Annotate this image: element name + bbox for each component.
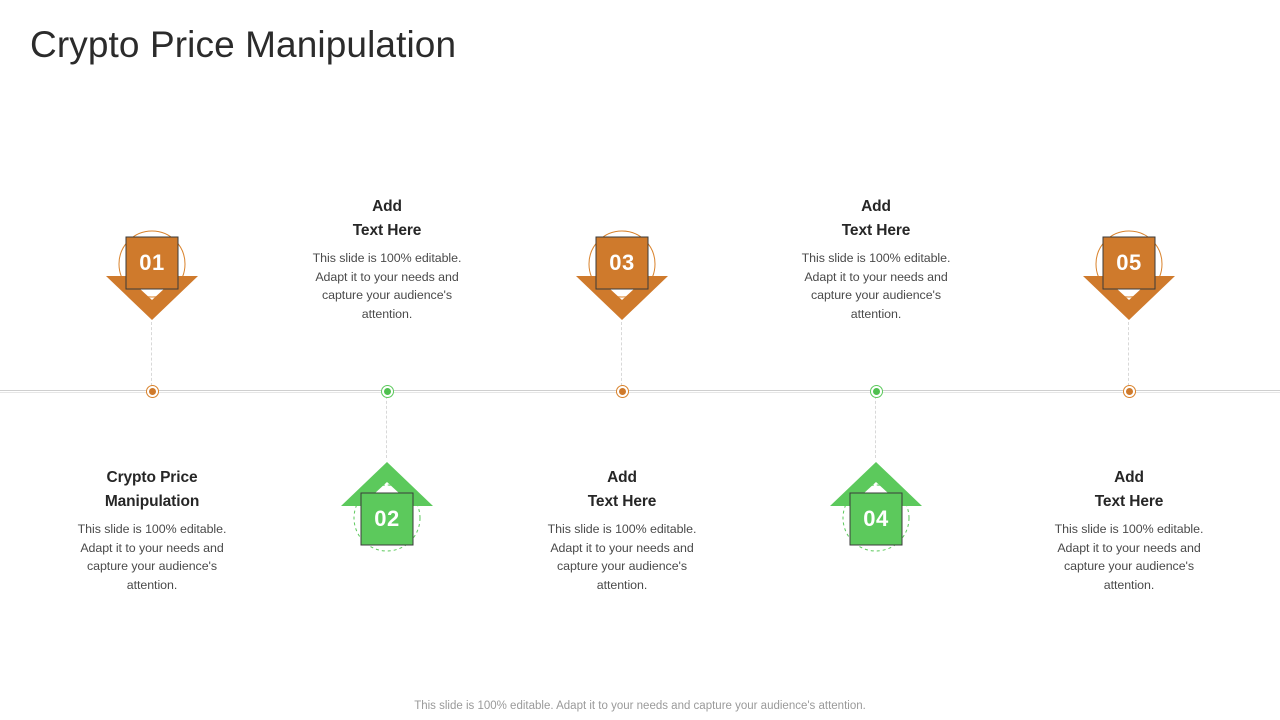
timeline-dot-core — [383, 387, 391, 395]
footer-note: This slide is 100% editable. Adapt it to… — [414, 700, 866, 712]
step-heading-line1: Add — [372, 198, 402, 215]
step-marker-01[interactable]: 01 — [104, 224, 200, 324]
step-connector-line — [1128, 322, 1130, 386]
step-marker-02[interactable]: 02 — [339, 458, 435, 558]
timeline-dot-core — [148, 387, 156, 395]
step-connector-line — [151, 322, 153, 386]
step-text-block: Add Text Here This slide is 100% editable.… — [534, 466, 710, 595]
step-connector-line — [621, 322, 623, 386]
step-marker-05[interactable]: 05 — [1081, 224, 1177, 324]
step-heading-line2: Text Here — [1094, 492, 1164, 510]
timeline-dot-02[interactable] — [380, 384, 394, 398]
step-heading-line1: Add — [861, 198, 891, 215]
step-connector-line — [386, 396, 388, 458]
step-heading-line2: Text Here — [841, 221, 911, 239]
step-marker-03[interactable]: 03 — [574, 224, 670, 324]
step-number-label: 05 — [1116, 250, 1142, 275]
step-text-block: Crypto Price Manipulation This slide is 10… — [64, 466, 240, 595]
step-number-label: 02 — [374, 506, 400, 531]
step-text-block: Add Text Here This slide is 100% editable.… — [299, 195, 475, 324]
step-heading-line2: Manipulation — [104, 492, 200, 510]
step-marker-04[interactable]: 04 — [828, 458, 924, 558]
step-body-text: This slide is 100% editable. Adapt it to… — [1054, 522, 1204, 592]
step-body-text: This slide is 100% editable. Adapt it to… — [801, 251, 951, 321]
step-connector-line — [875, 396, 877, 458]
step-heading-line1: Crypto Price — [106, 469, 198, 486]
step-heading-line1: Add — [1114, 469, 1144, 486]
step-heading-line1: Add — [607, 469, 637, 486]
step-body-text: This slide is 100% editable. Adapt it to… — [312, 251, 462, 321]
timeline-dot-05[interactable] — [1122, 384, 1136, 398]
timeline-dot-core — [1125, 387, 1133, 395]
step-heading-line2: Text Here — [587, 492, 657, 510]
timeline-dot-04[interactable] — [869, 384, 883, 398]
step-heading: Add Text Here — [1041, 466, 1217, 513]
step-number-label: 04 — [863, 506, 889, 531]
timeline-steps-container: 01 Crypto Price Manipulation This slide is … — [0, 0, 1280, 720]
step-heading: Add Text Here — [534, 466, 710, 513]
timeline-dot-core — [872, 387, 880, 395]
timeline-dot-01[interactable] — [145, 384, 159, 398]
step-number-label: 01 — [139, 250, 165, 275]
timeline-dot-core — [618, 387, 626, 395]
step-body-text: This slide is 100% editable. Adapt it to… — [77, 522, 227, 592]
step-text-block: Add Text Here This slide is 100% editable.… — [788, 195, 964, 324]
step-heading: Add Text Here — [788, 195, 964, 242]
step-number-label: 03 — [609, 250, 635, 275]
step-text-block: Add Text Here This slide is 100% editable.… — [1041, 466, 1217, 595]
step-body-text: This slide is 100% editable. Adapt it to… — [547, 522, 697, 592]
timeline-dot-03[interactable] — [615, 384, 629, 398]
step-heading: Add Text Here — [299, 195, 475, 242]
step-heading-line2: Text Here — [352, 221, 422, 239]
step-heading: Crypto Price Manipulation — [64, 466, 240, 513]
